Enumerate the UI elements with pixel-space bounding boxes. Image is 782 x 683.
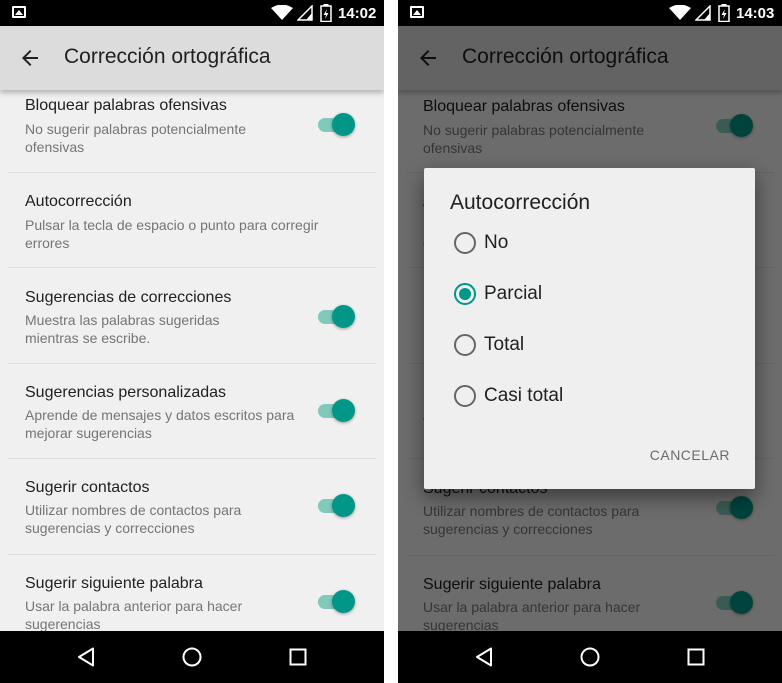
nav-home-icon[interactable] xyxy=(181,646,203,668)
signal-icon xyxy=(695,5,711,21)
signal-icon xyxy=(297,5,313,21)
radio-button[interactable] xyxy=(454,385,476,407)
nav-recent-apps-icon[interactable] xyxy=(687,648,705,666)
radio-label: No xyxy=(484,232,509,253)
setting-title: Sugerir contactos xyxy=(25,479,150,496)
nav-back-icon[interactable] xyxy=(475,647,493,667)
toggle-switch[interactable] xyxy=(318,589,355,615)
setting-subtitle: Pulsar la tecla de espacio o punto para … xyxy=(25,217,319,251)
radio-button[interactable] xyxy=(454,232,476,254)
settings-screen-with-dialog: 14:03 Corrección ortográfica Bloquear pa… xyxy=(398,0,782,683)
image-notification-icon xyxy=(12,6,26,18)
nav-back-icon[interactable] xyxy=(77,647,95,667)
setting-title: Sugerencias personalizadas xyxy=(25,384,227,401)
dialog-title: Autocorrección xyxy=(450,191,591,214)
status-time: 14:03 xyxy=(736,5,775,22)
toggle-switch[interactable] xyxy=(318,304,355,330)
radio-option-no[interactable]: No xyxy=(454,227,734,259)
status-time: 14:02 xyxy=(338,5,377,22)
setting-correction-suggestions[interactable]: Sugerencias de correcciones Muestra las … xyxy=(8,268,376,364)
toggle-switch[interactable] xyxy=(318,112,355,138)
wifi-icon xyxy=(669,5,691,20)
setting-title: Bloquear palabras ofensivas xyxy=(25,97,227,114)
radio-button-selected[interactable] xyxy=(454,283,476,305)
setting-personalized-suggestions[interactable]: Sugerencias personalizadas Aprende de me… xyxy=(8,364,376,459)
radio-option-total[interactable]: Total xyxy=(454,329,734,361)
toggle-switch[interactable] xyxy=(318,398,355,424)
image-notification-icon xyxy=(410,6,424,18)
setting-title: Sugerir siguiente palabra xyxy=(25,575,203,592)
setting-title: Sugerencias de correcciones xyxy=(25,289,232,306)
arrow-back-icon[interactable] xyxy=(18,46,42,70)
battery-icon xyxy=(718,4,730,22)
setting-subtitle: Aprende de mensajes y datos escritos par… xyxy=(25,407,295,441)
app-bar: Corrección ortográfica xyxy=(0,26,384,90)
setting-block-offensive[interactable]: Bloquear palabras ofensivas No sugerir p… xyxy=(8,90,376,173)
navigation-bar xyxy=(0,631,384,683)
setting-subtitle: Usar la palabra anterior para hacer suge… xyxy=(25,598,243,632)
radio-option-partial[interactable]: Parcial xyxy=(454,278,734,310)
radio-label: Casi total xyxy=(484,385,564,406)
setting-subtitle: No sugerir palabras potencialmente ofens… xyxy=(25,121,247,155)
setting-title: Autocorrección xyxy=(25,193,132,210)
radio-label: Parcial xyxy=(484,283,543,304)
status-bar: 14:02 xyxy=(0,0,384,26)
radio-label: Total xyxy=(484,334,525,355)
radio-option-almost-total[interactable]: Casi total xyxy=(454,380,734,412)
toggle-switch[interactable] xyxy=(318,493,355,519)
setting-autocorrection[interactable]: Autocorrección Pulsar la tecla de espaci… xyxy=(8,173,376,268)
nav-recent-apps-icon[interactable] xyxy=(289,648,307,666)
nav-home-icon[interactable] xyxy=(579,646,601,668)
navigation-bar xyxy=(398,631,782,683)
setting-subtitle: Muestra las palabras sugeridas mientras … xyxy=(25,312,220,346)
setting-subtitle: Utilizar nombres de contactos para suger… xyxy=(25,502,242,536)
battery-icon xyxy=(320,4,332,22)
setting-suggest-next-word[interactable]: Sugerir siguiente palabra Usar la palabr… xyxy=(8,555,376,635)
wifi-icon xyxy=(271,5,293,20)
autocorrection-dialog: Autocorrección No Parcial Total Casi tot… xyxy=(424,168,755,489)
page-title: Corrección ortográfica xyxy=(64,45,271,68)
cancel-button[interactable]: CANCELAR xyxy=(650,447,730,463)
setting-suggest-contacts[interactable]: Sugerir contactos Utilizar nombres de co… xyxy=(8,459,376,555)
radio-button[interactable] xyxy=(454,334,476,356)
settings-screen: 14:02 Corrección ortográfica Bloquear pa… xyxy=(0,0,384,683)
status-bar: 14:03 xyxy=(398,0,782,26)
